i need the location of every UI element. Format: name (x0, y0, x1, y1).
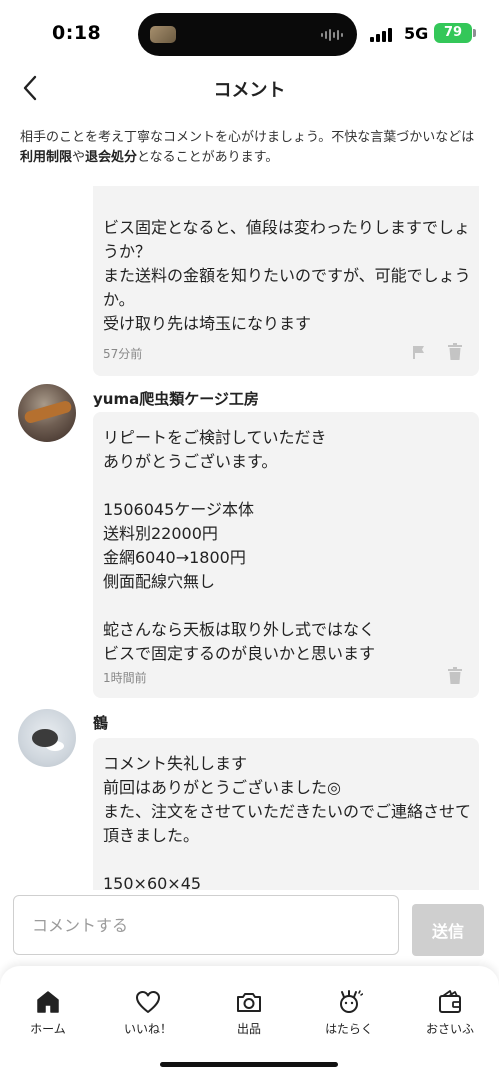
tab-label: 出品 (236, 1022, 261, 1036)
wallet-icon (439, 990, 461, 1013)
now-playing-thumbnail (150, 26, 176, 43)
notice-text-2: や (72, 150, 86, 165)
comment-author[interactable]: yuma爬虫類ケージ工房 (93, 388, 259, 409)
delete-button[interactable] (445, 666, 465, 686)
home-icon (37, 991, 59, 1013)
comment-item: リピートをご検討していただき ありがとうございます。 1506045ケージ本体 … (93, 412, 479, 698)
comment-screen: 0:18 5G 79 コメント 相手のことを考え丁寧なコメントを心がけましょう。… (0, 0, 499, 1080)
tab-home[interactable]: ホーム (8, 988, 88, 1040)
comment-text: コメント失礼します 前回はありがとうございました◎ また、注文をさせていただきた… (103, 754, 472, 890)
comment-author[interactable]: 鶴 (93, 712, 108, 733)
avatar[interactable] (18, 384, 76, 442)
avatar[interactable] (18, 709, 76, 767)
notice-text-3: となることがあります。 (137, 150, 279, 165)
tab-label: はたらく (325, 1022, 373, 1036)
comment-timestamp: 1時間前 (103, 671, 147, 685)
comment-list[interactable]: ビス固定となると、値段は変わったりしますでしょうか？ また送料の金額を知りたいの… (0, 186, 499, 890)
comment-text: ビス固定となると、値段は変わったりしますでしょうか？ また送料の金額を知りたいの… (103, 218, 471, 333)
tab-work[interactable]: はたらく (309, 988, 389, 1040)
tab-label: おさいふ (425, 1022, 474, 1036)
work-icon (340, 990, 363, 1013)
tab-label: いいね！ (123, 1022, 172, 1036)
trash-icon (448, 667, 462, 684)
comment-item: ビス固定となると、値段は変わったりしますでしょうか？ また送料の金額を知りたいの… (93, 186, 479, 376)
home-indicator (160, 1062, 338, 1067)
trash-icon (448, 343, 462, 360)
comment-timestamp: 57分前 (103, 347, 143, 361)
tab-wallet[interactable]: おさいふ (410, 988, 490, 1040)
notice-usage-restriction: 利用制限 (20, 150, 73, 165)
comment-item: コメント失礼します 前回はありがとうございました◎ また、注文をさせていただきた… (93, 738, 479, 890)
audio-waveform-icon (321, 27, 343, 43)
page-title: コメント (213, 80, 286, 101)
comment-guideline-notice: 相手のことを考え丁寧なコメントを心がけましょう。不快な言葉づかいなどは利用制限や… (20, 128, 482, 168)
comment-input[interactable] (13, 895, 399, 955)
delete-button[interactable] (445, 342, 465, 362)
tab-likes[interactable]: いいね！ (108, 988, 188, 1040)
comment-text: リピートをご検討していただき ありがとうございます。 1506045ケージ本体 … (103, 428, 376, 663)
send-button[interactable]: 送信 (412, 904, 484, 956)
report-button[interactable] (409, 342, 429, 362)
flag-icon (413, 346, 424, 359)
camera-icon (237, 993, 261, 1012)
navigation-header: コメント (0, 62, 499, 114)
status-bar: 0:18 5G 79 (0, 0, 499, 62)
notice-account-termination: 退会処分 (85, 150, 138, 165)
tab-label: ホーム (30, 1022, 66, 1036)
comment-input-bar: 送信 (0, 890, 499, 970)
dynamic-island (138, 13, 357, 56)
tab-sell[interactable]: 出品 (209, 988, 289, 1040)
status-time: 0:18 (52, 22, 102, 44)
bottom-tab-bar: ホーム いいね！ 出品 はたらく おさいふ (0, 966, 499, 1080)
network-type: 5G (404, 24, 429, 43)
heart-icon (136, 991, 160, 1013)
battery-indicator: 79 (434, 23, 476, 43)
cellular-signal-icon (370, 26, 392, 42)
notice-text-1: 相手のことを考え丁寧なコメントを心がけましょう。不快な言葉づかいなどは (20, 130, 475, 145)
